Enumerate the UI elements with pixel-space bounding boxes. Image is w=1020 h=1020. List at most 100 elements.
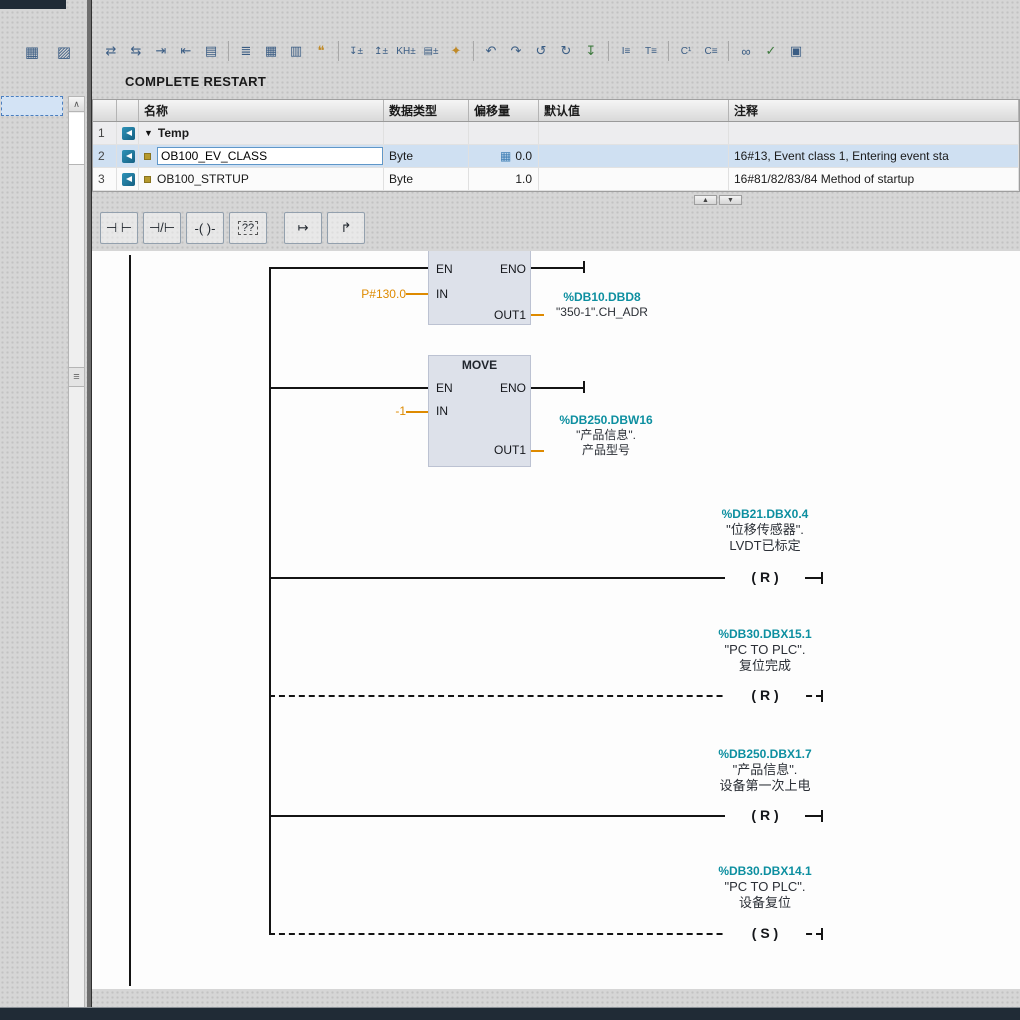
comment-cell[interactable]: 16#13, Event class 1, Entering event sta <box>729 145 1019 167</box>
coil-operand[interactable]: %DB30.DBX15.1 "PC TO PLC". 复位完成 <box>655 626 875 674</box>
header-row-number <box>93 100 117 121</box>
output-operand[interactable]: %DB10.DBD8 "350-1".CH_ADR <box>538 290 666 320</box>
network-compact-icon[interactable]: ▥ <box>285 40 307 62</box>
header-datatype[interactable]: 数据类型 <box>384 100 469 121</box>
close-branch-button[interactable]: ↱ <box>327 212 365 244</box>
main-toolbar: ⇄ ⇆ ⇥ ⇤ ▤ ≣ ▦ ▥ ❝ ↧± ↥± KH± ▤± ✦ ↶ ↷ ↺ ↻… <box>100 40 807 62</box>
reset-coil[interactable]: ( R ) <box>725 686 805 704</box>
table-row[interactable]: 1 ▼ Temp <box>93 122 1019 145</box>
name-cell[interactable]: ▼ Temp <box>139 122 384 144</box>
offset-cell[interactable]: 1.0 <box>469 168 539 190</box>
default-cell[interactable] <box>539 145 729 167</box>
address-format-icon[interactable]: KH± <box>395 40 417 62</box>
operand-address: %DB30.DBX14.1 <box>718 864 812 878</box>
ladder-canvas[interactable]: EN ENO IN OUT1 P#130.0 %DB10.DBD8 "350-1… <box>92 251 1020 989</box>
block-type-label: MOVE <box>461 358 498 372</box>
toolbar-separator <box>728 41 729 61</box>
header-icon-col <box>117 100 139 121</box>
gsd-check-icon[interactable]: ✓ <box>760 40 782 62</box>
empty-box-button[interactable]: ?? <box>229 212 267 244</box>
overview-icon[interactable]: ▦ <box>20 40 44 64</box>
name-cell[interactable]: OB100_STRTUP <box>139 168 384 190</box>
default-cell[interactable] <box>539 168 729 190</box>
download-icon[interactable]: ↧ <box>580 40 602 62</box>
header-default[interactable]: 默认值 <box>539 100 729 121</box>
name-edit-input[interactable] <box>157 147 383 165</box>
window-edge-top <box>0 0 66 9</box>
goto-previous-icon[interactable]: ↺ <box>530 40 552 62</box>
expander-icon[interactable]: ▼ <box>144 128 153 138</box>
header-name[interactable]: 名称 <box>139 100 384 121</box>
output-operand[interactable]: %DB250.DBW16 "产品信息". 产品型号 <box>538 413 674 458</box>
insert-row-icon[interactable]: ▤ <box>200 40 222 62</box>
row-number: 2 <box>93 145 117 167</box>
datatype-cell[interactable]: Byte <box>384 145 469 167</box>
scroll-up-button[interactable]: ∧ <box>69 97 84 112</box>
comment-cell[interactable]: 16#81/82/83/84 Method of startup <box>729 168 1019 190</box>
set-coil[interactable]: ( S ) <box>725 924 805 942</box>
wire-end-tick <box>821 690 823 702</box>
expand-all-icon[interactable]: ↧± <box>345 40 367 62</box>
group-name: Temp <box>157 126 190 140</box>
tree-selection-highlight[interactable] <box>1 96 63 116</box>
modify-values-icon[interactable]: T≡ <box>640 40 662 62</box>
favorites-icon[interactable]: ✦ <box>445 40 467 62</box>
default-cell[interactable] <box>539 122 729 144</box>
contact-open-button[interactable]: ⊣ ⊢ <box>100 212 138 244</box>
ladder-toolbar: ⊣ ⊢ ⊣/⊢ -( )- ?? ↦ ↱ <box>100 212 365 244</box>
datatype-cell[interactable]: Byte <box>384 168 469 190</box>
indent-right-icon[interactable]: ⇥ <box>150 40 172 62</box>
splitter-grip-icon[interactable]: ≡ <box>69 367 84 387</box>
cross-reference-icon[interactable]: ∞ <box>735 40 757 62</box>
call-structure-icon[interactable]: C≡ <box>700 40 722 62</box>
input-constant[interactable]: P#130.0 <box>322 287 406 301</box>
operand-info-icon[interactable]: ▤± <box>420 40 442 62</box>
redo-icon[interactable]: ↷ <box>505 40 527 62</box>
indent-left-icon[interactable]: ⇤ <box>175 40 197 62</box>
splitter-up-button[interactable]: ▲ <box>694 195 717 205</box>
enum-dropdown-icon[interactable]: ▦ <box>500 149 511 163</box>
table-row-selected[interactable]: 2 Byte ▦ 0.0 16#13, Event class 1, Enteri… <box>93 145 1019 168</box>
row-icon-cell <box>117 145 139 167</box>
offset-cell[interactable]: ▦ 0.0 <box>469 145 539 167</box>
delete-network-icon[interactable]: ⇆ <box>125 40 147 62</box>
open-branch-button[interactable]: ↦ <box>284 212 322 244</box>
pin-eno: ENO <box>499 381 526 395</box>
header-comment[interactable]: 注释 <box>729 100 1019 121</box>
table-row[interactable]: 3 OB100_STRTUP Byte 1.0 16#81/82/83/84 M… <box>93 168 1019 191</box>
insert-network-icon[interactable]: ⇄ <box>100 40 122 62</box>
scrollbar-thumb[interactable] <box>69 113 84 165</box>
comment-toggle-icon[interactable]: ❝ <box>310 40 332 62</box>
variable-name: OB100_STRTUP <box>157 172 249 186</box>
datatype-cell[interactable] <box>384 122 469 144</box>
sidebar-scrollbar[interactable]: ∧ ≡ <box>68 96 85 1008</box>
reset-coil[interactable]: ( R ) <box>725 806 805 824</box>
toolbar-separator <box>338 41 339 61</box>
undo-icon[interactable]: ↶ <box>480 40 502 62</box>
wire-end-tick <box>583 261 585 273</box>
operand-member: 设备复位 <box>738 895 791 910</box>
toolbar-separator <box>473 41 474 61</box>
contact-closed-button[interactable]: ⊣/⊢ <box>143 212 181 244</box>
reset-coil[interactable]: ( R ) <box>725 568 805 586</box>
param-wire <box>406 293 428 295</box>
coil-operand[interactable]: %DB30.DBX14.1 "PC TO PLC". 设备复位 <box>655 863 875 911</box>
pin-eno: ENO <box>499 262 526 276</box>
network-list-icon[interactable]: ≣ <box>235 40 257 62</box>
coil-button[interactable]: -( )- <box>186 212 224 244</box>
detail-view-icon[interactable]: ▨ <box>52 40 76 64</box>
operand-name: "产品信息". <box>576 428 636 442</box>
goto-next-icon[interactable]: ↻ <box>555 40 577 62</box>
coil-operand[interactable]: %DB250.DBX1.7 "产品信息". 设备第一次上电 <box>655 746 875 794</box>
collapse-all-icon[interactable]: ↥± <box>370 40 392 62</box>
block-properties-icon[interactable]: ▣ <box>785 40 807 62</box>
splitter-down-button[interactable]: ▼ <box>719 195 742 205</box>
monitor-values-icon[interactable]: I≡ <box>615 40 637 62</box>
coil-operand[interactable]: %DB21.DBX0.4 "位移传感器". LVDT已标定 <box>655 506 875 554</box>
header-offset[interactable]: 偏移量 <box>469 100 539 121</box>
input-constant[interactable]: -1 <box>322 404 406 418</box>
network-overview-icon[interactable]: ▦ <box>260 40 282 62</box>
call-environment-icon[interactable]: C¹ <box>675 40 697 62</box>
operand-name: "PC TO PLC". <box>724 879 806 894</box>
comment-cell[interactable] <box>729 122 1019 144</box>
